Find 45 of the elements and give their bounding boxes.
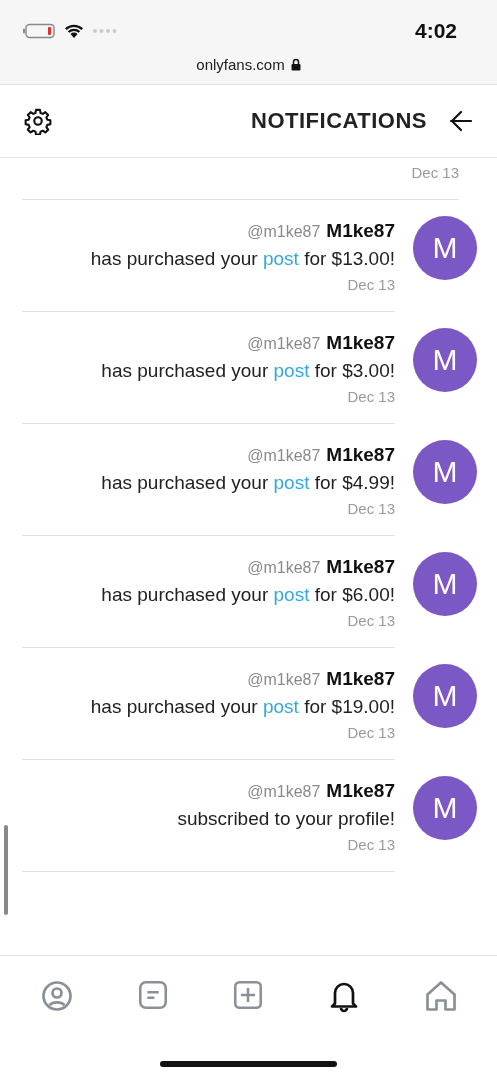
user-handle: @m1ke87 <box>247 335 321 353</box>
url-text[interactable]: onlyfans.com <box>196 56 285 73</box>
settings-icon[interactable] <box>24 107 52 135</box>
notification-date: Dec 13 <box>347 388 395 405</box>
notification-text: has purchased your post for $6.00! <box>101 584 395 606</box>
user-name[interactable]: M1ke87 <box>326 444 395 466</box>
signal-icon <box>92 28 118 34</box>
lock-icon <box>290 58 301 71</box>
avatar[interactable]: M <box>413 552 477 616</box>
user-name[interactable]: M1ke87 <box>326 556 395 578</box>
user-handle: @m1ke87 <box>247 783 321 801</box>
notification-text: has purchased your post for $4.99! <box>101 472 395 494</box>
wifi-icon <box>64 23 84 39</box>
user-name[interactable]: M1ke87 <box>326 668 395 690</box>
user-handle: @m1ke87 <box>247 559 321 577</box>
avatar[interactable]: M <box>413 216 477 280</box>
user-name[interactable]: M1ke87 <box>326 220 395 242</box>
post-link[interactable]: post <box>273 584 310 605</box>
page-title: NOTIFICATIONS <box>251 108 427 134</box>
notification-text: subscribed to your profile! <box>177 808 395 830</box>
user-handle: @m1ke87 <box>247 447 321 465</box>
notification-date: Dec 13 <box>347 276 395 293</box>
user-name[interactable]: M1ke87 <box>326 780 395 802</box>
user-name[interactable]: M1ke87 <box>326 332 395 354</box>
notification-text: has purchased your post for $3.00! <box>101 360 395 382</box>
user-handle: @m1ke87 <box>247 671 321 689</box>
avatar[interactable]: M <box>413 328 477 392</box>
user-handle: @m1ke87 <box>247 223 321 241</box>
notification-text: has purchased your post for $13.00! <box>90 248 395 270</box>
avatar[interactable]: M <box>413 664 477 728</box>
arrow-icon[interactable] <box>449 110 473 132</box>
post-link[interactable]: post <box>262 248 299 269</box>
notification-text: has purchased your post for $19.00! <box>90 696 395 718</box>
battery-icon <box>22 23 56 39</box>
notification-date: Dec 13 <box>347 836 395 853</box>
avatar[interactable]: M <box>413 440 477 504</box>
post-link[interactable]: post <box>273 360 310 381</box>
post-link[interactable]: post <box>262 696 299 717</box>
notification-date: Dec 13 <box>347 724 395 741</box>
status-time: 4:02 <box>414 19 457 43</box>
notification-date: Dec 13 <box>411 164 459 181</box>
avatar[interactable]: M <box>413 776 477 840</box>
notification-date: Dec 13 <box>347 500 395 517</box>
notification-date: Dec 13 <box>347 612 395 629</box>
post-link[interactable]: post <box>273 472 310 493</box>
